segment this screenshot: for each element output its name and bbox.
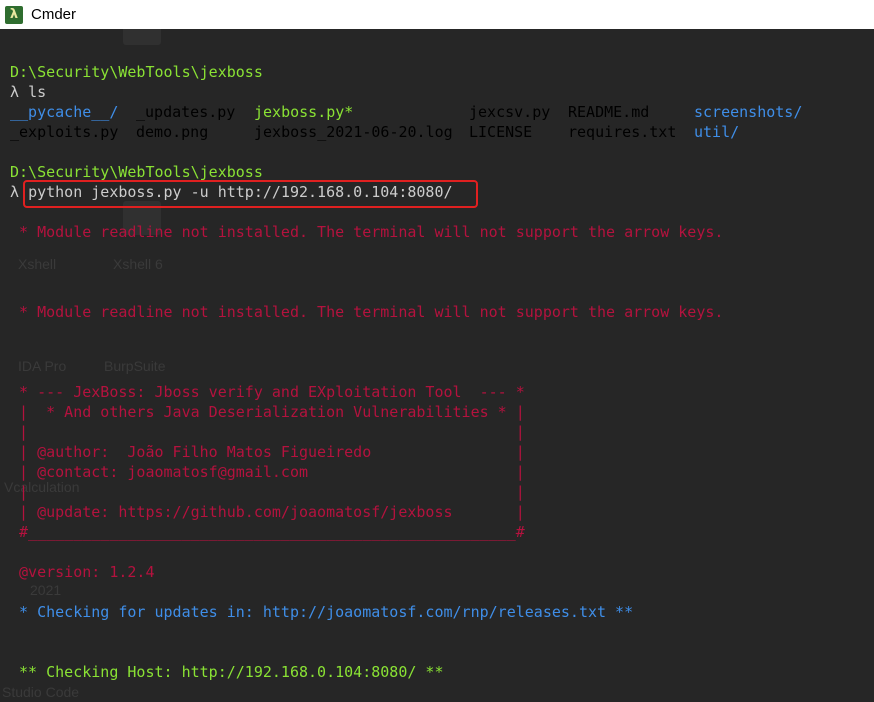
- host-check-line: ** Checking Host: http://192.168.0.104:8…: [10, 663, 444, 681]
- desktop-ghost-label: 2021: [30, 582, 62, 598]
- command-text: ls: [28, 83, 47, 101]
- desktop-ghost-label: Xshell 6: [113, 256, 163, 272]
- ls-entry: screenshots/: [694, 103, 803, 121]
- banner-line: * --- JexBoss: Jboss verify and EXploita…: [10, 383, 525, 401]
- prompt-path: D:\Security\WebTools\jexboss: [10, 163, 263, 181]
- highlight-annotation-box: [23, 180, 478, 208]
- ls-entry: README.md: [568, 103, 650, 121]
- ls-entry: jexboss_2021-06-20.log: [254, 123, 453, 141]
- desktop-ghost-icon: [123, 29, 161, 45]
- banner-line: | @author: João Filho Matos Figueiredo |: [10, 443, 525, 461]
- desktop-ghost-label: Xshell: [18, 256, 57, 272]
- desktop-ghost-label: IDA Pro: [18, 358, 67, 374]
- ls-entry: _updates.py: [136, 103, 236, 121]
- desktop-ghost-label: Studio Code: [2, 684, 80, 700]
- banner-line: | @update: https://github.com/joaomatosf…: [10, 503, 525, 521]
- ls-entry: jexcsv.py: [469, 103, 551, 121]
- window-title: Cmder: [31, 6, 77, 23]
- title-bar[interactable]: λ Cmder: [0, 0, 874, 29]
- banner-line: | @contact: joaomatosf@gmail.com |: [10, 463, 525, 481]
- cmder-window: λ Cmder Xshell Xshell 6 IDA Pro BurpSuit…: [0, 0, 874, 702]
- ls-entry: __pycache__/: [10, 103, 119, 121]
- lambda-icon: λ: [5, 5, 23, 24]
- version-line: @version: 1.2.4: [10, 563, 155, 581]
- warning-line: * Module readline not installed. The ter…: [10, 223, 724, 241]
- ls-entry: demo.png: [136, 123, 209, 141]
- terminal-area[interactable]: Xshell Xshell 6 IDA Pro BurpSuite Vcalcu…: [0, 29, 874, 702]
- ls-entry: jexboss.py*: [254, 103, 354, 121]
- ls-entry: _exploits.py: [10, 123, 119, 141]
- ls-entry: util/: [694, 123, 740, 141]
- banner-line: | |: [10, 483, 525, 501]
- warning-line: * Module readline not installed. The ter…: [10, 303, 724, 321]
- prompt-path: D:\Security\WebTools\jexboss: [10, 63, 263, 81]
- desktop-ghost-label: BurpSuite: [104, 358, 166, 374]
- prompt-symbol: λ: [10, 183, 20, 201]
- banner-line: #_______________________________________…: [10, 523, 525, 541]
- ls-entry: LICENSE: [469, 123, 533, 141]
- update-check-line: * Checking for updates in: http://joaoma…: [10, 603, 634, 621]
- banner-line: | |: [10, 423, 525, 441]
- prompt-symbol: λ: [10, 83, 20, 101]
- ls-entry: requires.txt: [568, 123, 677, 141]
- command-line: λ ls: [10, 82, 46, 102]
- banner-line: | * And others Java Deserialization Vuln…: [10, 403, 525, 421]
